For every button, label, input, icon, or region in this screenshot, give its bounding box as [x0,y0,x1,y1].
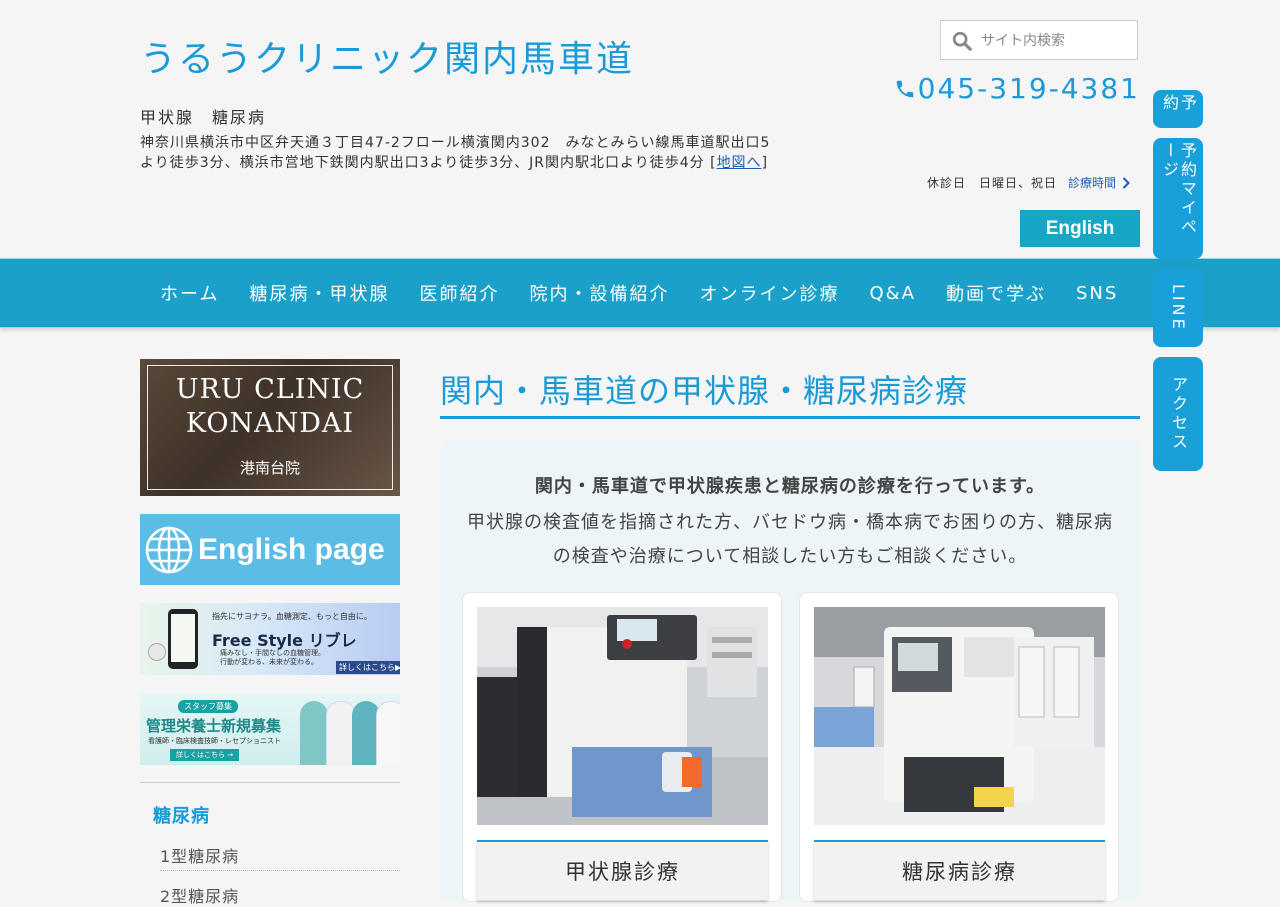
staff-banner-badge: スタッフ募集 [178,700,238,713]
float-access-label: アクセス [1169,376,1188,452]
sidebar-item-type1[interactable]: 1型糖尿病 [160,843,400,867]
map-link[interactable]: 地図へ [717,155,762,171]
float-reserve-button[interactable]: 予約 [1153,90,1203,128]
tagline: 甲状腺 糖尿病 [140,108,267,127]
sidebar-divider [140,782,400,783]
phone-number[interactable]: 045-319-4381 [894,72,1140,105]
page-title: 関内・馬車道の甲状腺・糖尿病診療 [440,372,969,410]
search-input[interactable] [979,21,1133,61]
sidebar-item-type2[interactable]: 2型糖尿病 [160,883,400,907]
sidebar-item-divider [160,870,400,871]
float-line-label: LINE [1169,284,1188,332]
nav-item-videos[interactable]: 動画で学ぶ [931,280,1061,306]
staff-illustration [300,701,328,765]
sidebar-heading-diabetes[interactable]: 糖尿病 [153,802,210,828]
english-page-banner[interactable]: English page [140,514,400,585]
staff-recruit-banner[interactable]: スタッフ募集 管理栄養士新規募集 看護師・臨床検査技師・レセプショニスト 詳しく… [140,693,400,765]
title-underline [440,416,1140,419]
libre-banner-more: 詳しくはこちら▶ [336,661,400,674]
staff-banner-more: 詳しくはこちら → [170,749,240,761]
globe-icon [145,526,193,573]
address-text: 神奈川県横浜市中区弁天通３丁目47-2フロール横濱関内302 みなとみらい線馬車… [140,135,771,171]
staff-banner-title: 管理栄養士新規募集 [146,717,282,735]
diabetes-card[interactable]: 糖尿病診療 [799,592,1119,902]
float-reserve-label: 予約 [1160,94,1197,113]
staff-banner-sub: 看護師・臨床検査技師・レセプショニスト [148,737,281,745]
nav-item-doctor[interactable]: 医師紹介 [404,280,514,306]
english-button[interactable]: English [1020,210,1140,247]
libre-banner-title: Free Style リブレ [212,631,357,650]
konandai-banner[interactable]: URU CLINIC KONANDAI 港南台院 [140,359,400,496]
phone-text: 045-319-4381 [917,72,1140,105]
nav-item-home[interactable]: ホーム [145,280,234,306]
nav-item-diabetes-thyroid[interactable]: 糖尿病・甲状腺 [234,280,404,306]
konandai-banner-sub: 港南台院 [239,459,300,477]
site-title[interactable]: うるうクリニック関内馬車道 [140,30,634,82]
sensor-icon [148,643,166,661]
nav-item-online[interactable]: オンライン診療 [684,280,854,306]
nav-item-facility[interactable]: 院内・設備紹介 [514,280,684,306]
search-box[interactable] [940,20,1138,61]
konandai-banner-title: URU CLINIC KONANDAI [175,374,365,439]
address: 神奈川県横浜市中区弁天通３丁目47-2フロール横濱関内302 みなとみらい線馬車… [140,133,785,173]
chevron-right-icon [1122,176,1130,189]
hours-link-label: 診療時間 [1068,176,1117,190]
address-close: ] [761,155,769,171]
float-mypage-label: 予約マイページ [1160,142,1197,237]
english-page-label: English page [198,532,385,566]
intro-text: 甲状腺の検査値を指摘された方、バセドウ病・橋本病でお困りの方、糖尿病の検査や治療… [467,512,1113,567]
float-line-button[interactable]: LINE [1153,269,1203,347]
phone-icon [896,80,913,97]
float-mypage-button[interactable]: 予約マイページ [1153,138,1203,259]
nav-item-sns[interactable]: SNS [1061,283,1133,304]
libre-banner-sub: 痛みなし・手間なしの血糖管理。 行動が変わる、未来が変わる。 [220,649,325,666]
nav-item-qa[interactable]: Q&A [854,283,931,304]
diabetes-analyzer-image [814,607,1105,825]
smartphone-icon [168,609,198,669]
libre-banner-top: 指先にサヨナラ。血糖測定、もっと自由に。 [212,612,372,621]
float-access-button[interactable]: アクセス [1153,357,1203,471]
thyroid-card[interactable]: 甲状腺診療 [462,592,782,902]
freestyle-libre-banner[interactable]: 指先にサヨナラ。血糖測定、もっと自由に。 Free Style リブレ 痛みなし… [140,603,400,675]
staff-illustration [376,701,400,765]
closed-days: 休診日 日曜日、祝日 [927,176,1058,190]
hours-link[interactable]: 診療時間 [1068,174,1130,191]
intro-lead: 関内・馬車道で甲状腺疾患と糖尿病の診療を行っています。 [534,476,1046,497]
main-nav: ホーム 糖尿病・甲状腺 医師紹介 院内・設備紹介 オンライン診療 Q&A 動画で… [0,258,1280,328]
diabetes-card-label: 糖尿病診療 [814,840,1105,900]
thyroid-card-label: 甲状腺診療 [477,840,768,900]
thyroid-analyzer-image [477,607,768,825]
search-icon [952,31,972,51]
